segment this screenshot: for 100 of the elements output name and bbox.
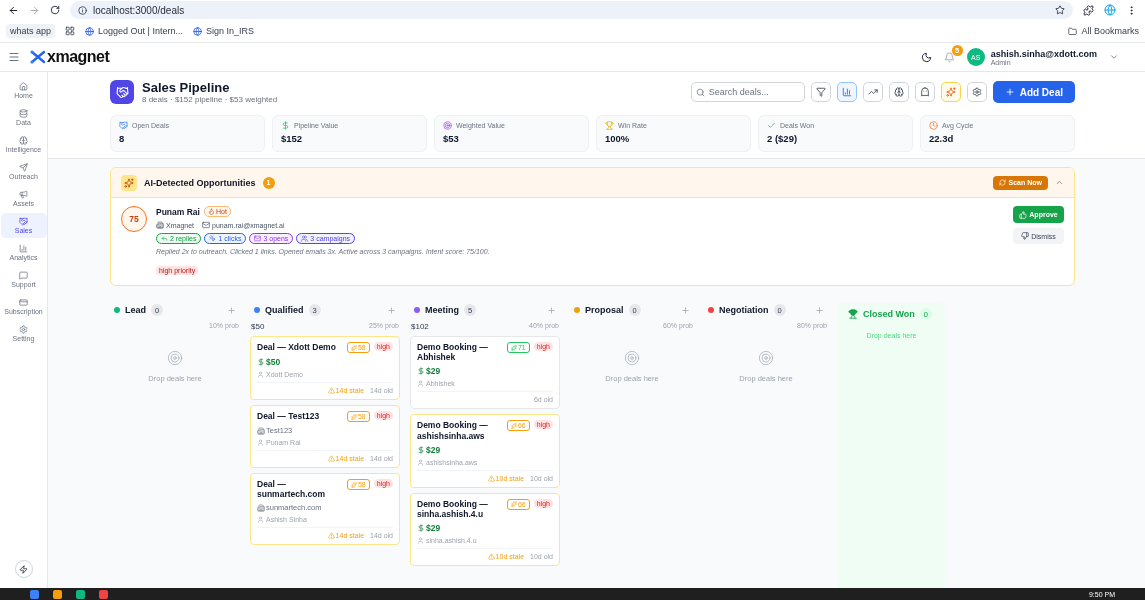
column-title: Lead <box>125 305 146 315</box>
check-icon <box>767 121 776 130</box>
ghost-icon <box>919 87 930 97</box>
stat-value: 100% <box>605 133 631 144</box>
menu-icon[interactable] <box>8 51 20 63</box>
person-icon <box>417 537 424 545</box>
mail-icon <box>202 221 211 229</box>
deal-title: Deal — Xdott Demo <box>257 342 337 353</box>
lightning-icon <box>19 564 28 574</box>
search-field[interactable]: Search deals... <box>690 82 805 102</box>
deal-title: Demo Booking — ashishsinha.aws <box>417 420 489 441</box>
reply-icon <box>161 235 168 242</box>
bookmark[interactable]: whats app <box>6 24 56 38</box>
warning-icon <box>327 532 335 540</box>
mail-icon <box>254 235 262 242</box>
warning-icon <box>487 553 495 561</box>
filter-icon <box>815 87 826 97</box>
chart-button[interactable] <box>836 82 857 102</box>
column-title: Proposal <box>585 305 624 315</box>
deal-title: Demo Booking — Abhishek <box>417 342 489 363</box>
column-total: $50 <box>251 322 265 331</box>
sparkle-icon <box>510 422 517 429</box>
person-icon <box>257 439 264 446</box>
globe-icon <box>192 26 202 36</box>
stat-value: $152 <box>281 133 304 144</box>
column-title: Negotiation <box>719 305 769 315</box>
bookmark[interactable]: Logged Out | Intern... <box>85 26 183 36</box>
database-icon <box>19 109 28 118</box>
chart-icon <box>841 87 852 97</box>
plus-icon <box>387 305 396 315</box>
extensions-icon[interactable] <box>1083 4 1094 16</box>
brain-icon <box>893 87 904 97</box>
globe-icon <box>85 26 95 36</box>
dollar-icon <box>417 524 425 533</box>
sparkle-icon <box>121 174 137 191</box>
logo: xmagnet <box>47 48 110 66</box>
forward-icon[interactable] <box>29 4 40 16</box>
sparkle-icon <box>945 87 956 97</box>
back-icon[interactable] <box>8 4 19 16</box>
plus-icon <box>227 305 236 315</box>
apps-icon[interactable] <box>65 26 76 36</box>
handshake-icon <box>19 217 28 226</box>
click-icon <box>209 235 217 242</box>
sparkle-icon <box>350 413 357 420</box>
person-icon <box>417 380 424 388</box>
send-icon <box>19 163 28 172</box>
brain-button[interactable] <box>888 82 909 102</box>
ghost-button[interactable] <box>914 82 935 102</box>
person-icon <box>257 371 264 378</box>
deal-title: Deal — sunmartech.com <box>257 479 327 500</box>
taskbar-icon[interactable] <box>76 589 85 599</box>
sparkle-button[interactable] <box>940 82 961 102</box>
target-icon <box>758 350 774 366</box>
settings-icon <box>19 325 28 334</box>
taskbar-icon[interactable] <box>53 589 62 599</box>
home-icon <box>19 82 28 91</box>
contact-name: Punam Rai <box>156 206 200 217</box>
taskbar-icon[interactable] <box>99 589 108 599</box>
deal-amount: $29 <box>426 366 441 377</box>
filter-button[interactable] <box>810 82 831 102</box>
warning-icon <box>327 455 335 462</box>
thumbs-up-icon <box>1019 210 1028 219</box>
taskbar-icon[interactable] <box>30 589 39 599</box>
theme-icon[interactable] <box>920 51 932 63</box>
deal-amount: $29 <box>426 523 441 534</box>
plus-icon <box>547 305 556 315</box>
column-title: Meeting <box>425 305 459 315</box>
dollar-icon <box>417 445 425 454</box>
building-icon <box>257 426 265 435</box>
column-total: $102 <box>411 322 429 331</box>
trend-icon <box>867 87 878 97</box>
stat-value: 2 ($29) <box>767 133 799 144</box>
refresh-icon <box>998 179 1006 186</box>
bookmark[interactable]: Sign In_IRS <box>192 26 254 36</box>
target-icon <box>443 121 452 130</box>
address-bar[interactable]: localhost:3000/deals <box>70 1 1073 19</box>
score-ring: 75 <box>121 206 147 232</box>
all-bookmarks[interactable]: All Bookmarks <box>1068 26 1139 36</box>
deal-amount: $29 <box>426 444 441 455</box>
chevron-icon[interactable] <box>1055 178 1064 187</box>
add-deal-button[interactable]: Add Deal <box>992 81 1075 103</box>
search-icon <box>695 87 705 97</box>
settings-button[interactable] <box>966 82 987 102</box>
site-info-icon[interactable] <box>78 5 87 15</box>
building-icon <box>156 221 164 229</box>
bookmark-star-icon[interactable] <box>1055 5 1065 15</box>
megaphone-icon <box>19 190 28 199</box>
flame-icon <box>207 208 215 215</box>
chevron-icon[interactable] <box>1109 52 1119 62</box>
column-title: Qualified <box>265 305 304 315</box>
deal-title: Demo Booking — sinha.ashish.4.u <box>417 498 489 520</box>
dollar-icon <box>281 121 290 130</box>
person-icon <box>417 458 424 466</box>
clock-icon <box>929 121 938 130</box>
stat-value: 8 <box>119 133 126 144</box>
reload-icon[interactable] <box>50 5 60 15</box>
logo-icon <box>30 50 46 64</box>
sparkle-icon <box>350 344 357 351</box>
profile-icon[interactable] <box>1104 4 1116 16</box>
trend-button[interactable] <box>862 82 883 102</box>
